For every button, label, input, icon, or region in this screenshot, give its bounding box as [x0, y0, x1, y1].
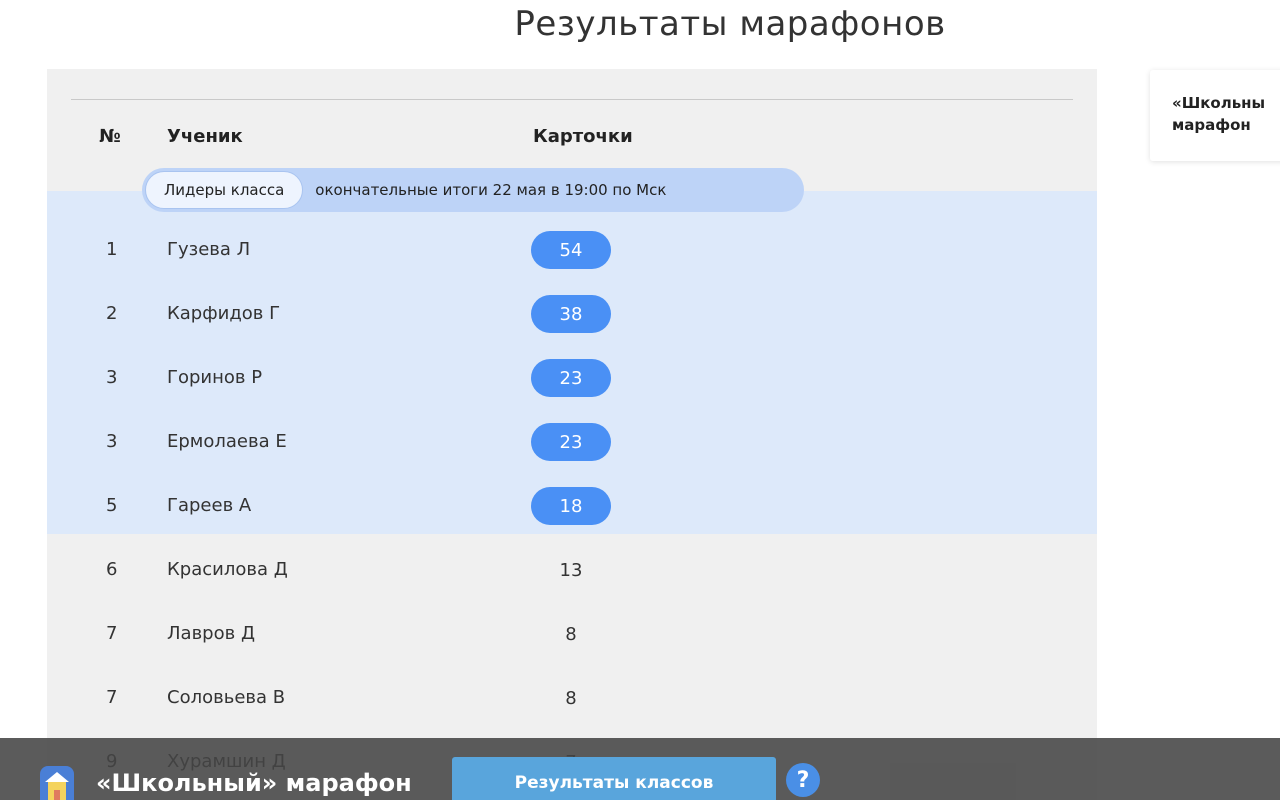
leaders-label: Лидеры класса: [145, 171, 304, 209]
table-row: 1 Гузева Л 54: [47, 218, 1097, 282]
row-student-name: Ермолаева Е: [167, 431, 287, 452]
cards-value: 54: [531, 231, 611, 269]
cards-count: 8: [531, 666, 611, 730]
cards-value: 18: [531, 487, 611, 525]
row-rank: 3: [106, 431, 118, 452]
table-row: 5 Гареев А 18: [47, 474, 1097, 538]
marathon-card-title-line1: «Школьны: [1172, 94, 1266, 112]
row-rank: 5: [106, 495, 118, 516]
brand-name: «Школьный» марафон: [96, 769, 412, 797]
row-student-name: Красилова Д: [167, 559, 288, 580]
row-student-name: Гареев А: [167, 495, 252, 516]
table-row: 6 Красилова Д 13: [47, 538, 1097, 602]
cards-value: 38: [531, 295, 611, 333]
cards-badge: 38: [531, 282, 611, 346]
table-row: 3 Горинов Р 23: [47, 346, 1097, 410]
row-rank: 6: [106, 559, 118, 580]
table-row: 2 Карфидов Г 38: [47, 282, 1097, 346]
school-house-icon: [40, 766, 74, 800]
column-header-number: №: [99, 126, 121, 147]
row-student-name: Карфидов Г: [167, 303, 281, 324]
row-rank: 7: [106, 687, 118, 708]
row-student-name: Гузева Л: [167, 239, 251, 260]
cards-value: 23: [531, 423, 611, 461]
leaders-pill: Лидеры класса окончательные итоги 22 мая…: [142, 168, 804, 212]
class-results-button[interactable]: Результаты классов: [452, 757, 776, 800]
row-student-name: Лавров Д: [167, 623, 256, 644]
column-header-cards: Карточки: [533, 126, 633, 147]
marathon-card-title-line2: марафон: [1172, 116, 1251, 134]
cards-badge: 23: [531, 410, 611, 474]
help-icon[interactable]: ?: [786, 763, 820, 797]
cards-badge: 54: [531, 218, 611, 282]
row-rank: 1: [106, 239, 118, 260]
cards-value: 8: [565, 623, 577, 645]
column-header-student: Ученик: [167, 126, 243, 147]
table-row: 3 Ермолаева Е 23: [47, 410, 1097, 474]
row-student-name: Горинов Р: [167, 367, 263, 388]
final-results-note: окончательные итоги 22 мая в 19:00 по Мс…: [315, 181, 667, 199]
results-panel: № Ученик Карточки Лидеры класса окончате…: [47, 69, 1097, 800]
row-rank: 2: [106, 303, 118, 324]
cards-value: 13: [559, 559, 583, 581]
row-student-name: Соловьева В: [167, 687, 286, 708]
cards-badge: 18: [531, 474, 611, 538]
row-rank: 7: [106, 623, 118, 644]
page-title: Результаты марафонов: [514, 4, 946, 44]
divider: [71, 99, 1073, 100]
cards-value: 23: [531, 359, 611, 397]
table-row: 7 Лавров Д 8: [47, 602, 1097, 666]
cards-value: 8: [565, 687, 577, 709]
cards-badge: 23: [531, 346, 611, 410]
marathon-card[interactable]: «Школьны марафон: [1150, 70, 1280, 161]
cards-count: 8: [531, 602, 611, 666]
table-row: 7 Соловьева В 8: [47, 666, 1097, 730]
cards-count: 13: [531, 538, 611, 602]
row-rank: 3: [106, 367, 118, 388]
